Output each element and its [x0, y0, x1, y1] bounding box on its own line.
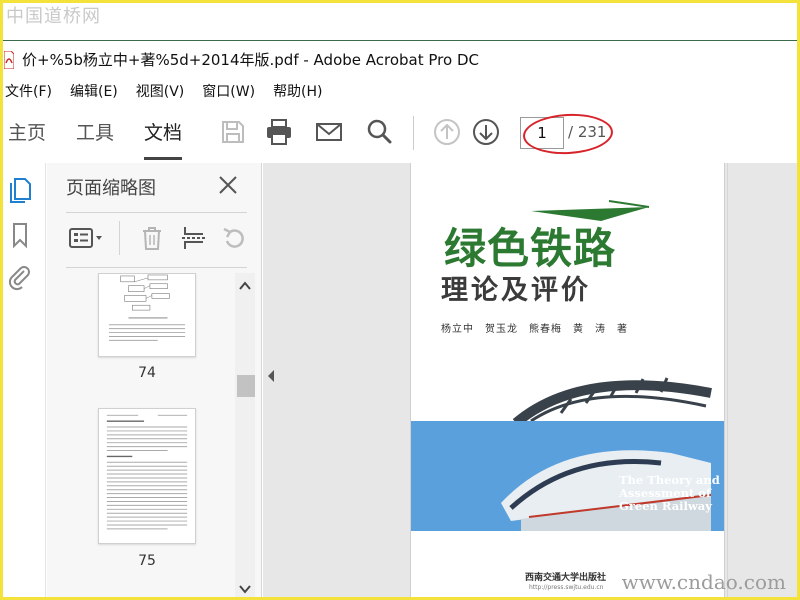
- crop-pages-icon[interactable]: [179, 223, 209, 253]
- save-icon[interactable]: [218, 117, 248, 147]
- collapse-panel-icon[interactable]: [267, 370, 275, 382]
- bookmark-icon[interactable]: [6, 221, 34, 249]
- thumbnail-page-number: 74: [138, 365, 156, 381]
- print-icon[interactable]: [264, 117, 294, 147]
- email-icon[interactable]: [314, 117, 344, 147]
- tab-tools[interactable]: 工具: [76, 106, 114, 160]
- watermark-bottom: www.cndao.com: [621, 570, 786, 594]
- page-thumbnail[interactable]: [98, 408, 196, 544]
- next-page-icon[interactable]: [471, 117, 501, 147]
- document-page: 绿色铁路 理论及评价 杨立中 贺玉龙 熊春梅 黄 涛 著 The Theory …: [410, 163, 725, 600]
- scrollbar-thumb[interactable]: [237, 375, 255, 397]
- rotate-icon[interactable]: [219, 223, 249, 253]
- thumbnail-page-number: 75: [138, 553, 156, 569]
- cover-english-title: The Theory and Assessment of Green Railw…: [619, 474, 724, 513]
- cover-title: 绿色铁路: [444, 224, 617, 273]
- scroll-down-icon[interactable]: [238, 583, 252, 595]
- main-toolbar: 主页 工具 文档: [0, 106, 800, 160]
- watermark-top: 中国道桥网: [6, 6, 101, 27]
- tab-home[interactable]: 主页: [8, 106, 46, 160]
- toolbar-separator: [413, 116, 414, 150]
- cover-authors: 杨立中 贺玉龙 熊春梅 黄 涛 著: [441, 324, 628, 335]
- delete-icon[interactable]: [137, 223, 167, 253]
- menu-view[interactable]: 视图(V): [136, 81, 185, 101]
- cover-publisher: 西南交通大学出版社: [525, 573, 607, 583]
- panel-divider: [66, 212, 247, 213]
- menu-file[interactable]: 文件(F): [5, 81, 52, 101]
- thumbnail-options-icon[interactable]: [67, 223, 107, 253]
- scroll-up-icon[interactable]: [238, 280, 252, 292]
- close-icon[interactable]: [216, 173, 240, 197]
- menu-edit[interactable]: 编辑(E): [70, 81, 118, 101]
- cover-url: http://press.swjtu.edu.cn: [529, 584, 604, 591]
- thumbnails-list: 74 75: [66, 273, 236, 600]
- previous-page-icon[interactable]: [432, 117, 462, 147]
- page-thumbnails-icon[interactable]: [6, 175, 34, 203]
- tab-document[interactable]: 文档: [144, 106, 183, 160]
- thumbnails-panel: 页面缩略图 74 75: [47, 163, 262, 600]
- cover-subtitle: 理论及评价: [441, 275, 591, 306]
- pdf-file-icon: [4, 50, 14, 69]
- window-title: 价+%5b杨立中+著%5d+2014年版.pdf - Adobe Acrobat…: [22, 51, 479, 69]
- window-titlebar: 价+%5b杨立中+著%5d+2014年版.pdf - Adobe Acrobat…: [0, 40, 800, 78]
- panel-tool-separator: [119, 221, 120, 255]
- page-thumbnail[interactable]: [98, 273, 196, 357]
- cover-english-line: Green Railway: [619, 499, 712, 513]
- thumbnails-scrollbar[interactable]: [235, 273, 255, 600]
- menu-help[interactable]: 帮助(H): [273, 81, 322, 101]
- document-scroll-edge: [727, 163, 728, 600]
- panel-title: 页面缩略图: [66, 178, 156, 199]
- search-icon[interactable]: [364, 117, 394, 147]
- menu-window[interactable]: 窗口(W): [202, 81, 255, 101]
- menu-bar: 文件(F) 编辑(E) 视图(V) 窗口(W) 帮助(H): [0, 78, 336, 104]
- navigation-rail: [0, 163, 46, 600]
- attachment-icon[interactable]: [6, 263, 34, 291]
- panel-divider: [66, 267, 247, 268]
